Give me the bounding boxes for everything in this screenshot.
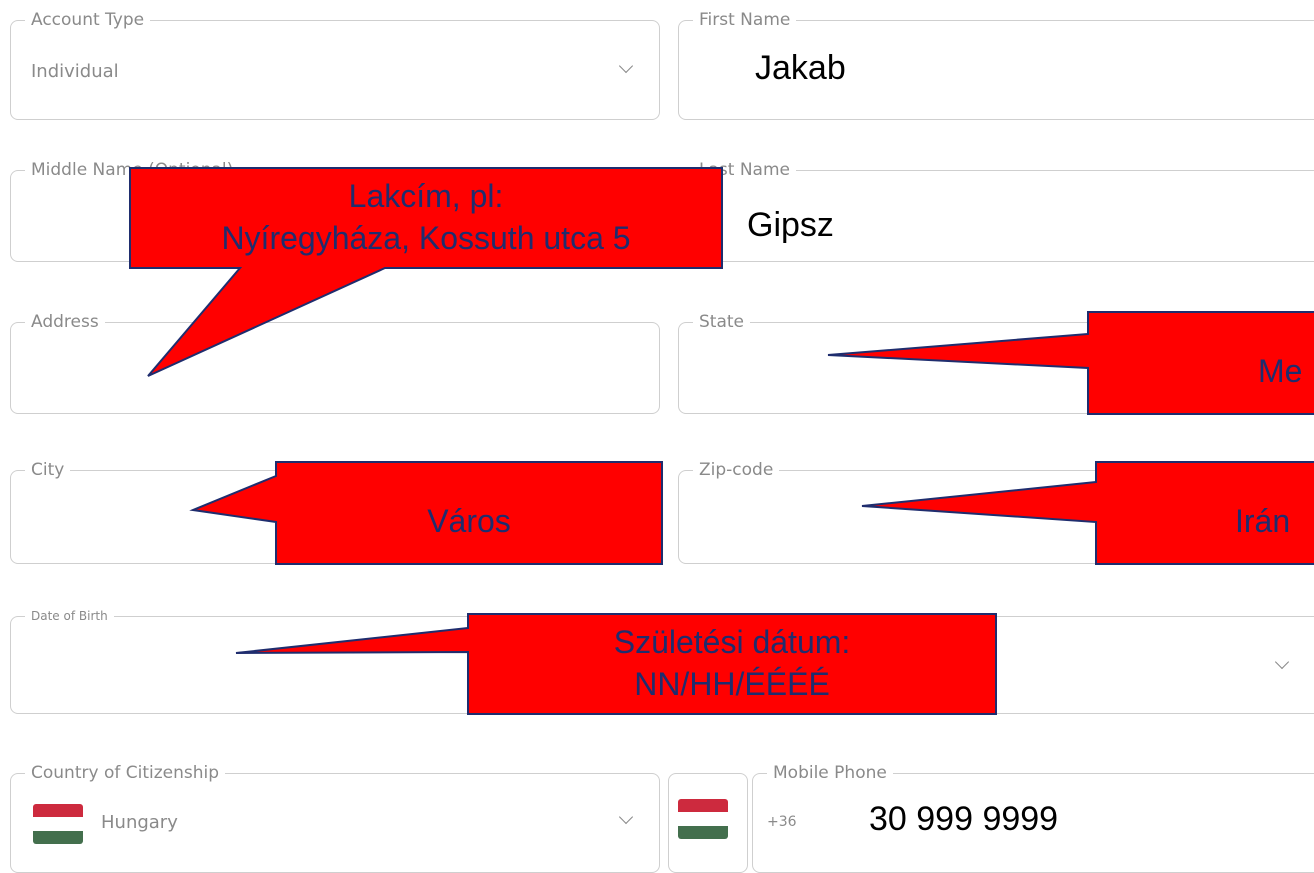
state-label: State [693, 312, 750, 332]
zip-code-label: Zip-code [693, 460, 780, 480]
chevron-down-icon [618, 58, 634, 74]
mobile-phone-label: Mobile Phone [767, 763, 893, 783]
last-name-value: Gipsz [747, 206, 834, 244]
date-of-birth-label: Date of Birth [25, 609, 114, 623]
city-callout-text: Város [427, 503, 511, 539]
dob-callout-line2: NN/HH/ÉÉÉÉ [634, 666, 830, 702]
mobile-phone-field[interactable]: Mobile Phone +36 30 999 9999 [752, 763, 1314, 873]
callout-overlay [129, 167, 1314, 715]
dob-callout-line1: Születési dátum: [613, 624, 851, 660]
dob-callout-text: Születési dátum: NN/HH/ÉÉÉÉ [468, 621, 996, 705]
mobile-phone-prefix: +36 [767, 814, 797, 830]
chevron-down-icon [618, 809, 634, 825]
country-code-select[interactable] [668, 773, 748, 873]
zip-code-field[interactable]: Zip-code [678, 460, 1314, 564]
first-name-label: First Name [693, 10, 797, 30]
address-callout-text: Lakcím, pl: Nyíregyháza, Kossuth utca 5 [130, 175, 722, 259]
country-of-citizenship-select[interactable]: Country of Citizenship Hungary [10, 763, 660, 873]
address-label: Address [25, 312, 105, 332]
hungary-flag-icon [678, 799, 728, 839]
first-name-field[interactable]: First Name Jakab [678, 10, 1314, 120]
account-type-value: Individual [31, 61, 119, 82]
state-field[interactable]: State [678, 312, 1314, 414]
hungary-flag-icon [33, 804, 83, 844]
account-type-label: Account Type [25, 10, 151, 30]
address-callout-line2: Nyíregyháza, Kossuth utca 5 [221, 220, 631, 256]
chevron-down-icon [1274, 654, 1290, 670]
mobile-phone-value: 30 999 9999 [869, 800, 1059, 838]
first-name-value: Jakab [755, 49, 846, 87]
state-callout-text: Me [1258, 353, 1303, 389]
address-callout-line1: Lakcím, pl: [348, 178, 504, 214]
zip-callout-text: Irán [1235, 503, 1291, 539]
last-name-field[interactable]: Last Name Gipsz [678, 160, 1314, 262]
address-field[interactable]: Address [10, 312, 660, 414]
country-of-citizenship-value: Hungary [101, 812, 178, 833]
account-type-select[interactable]: Account Type Individual [10, 10, 660, 120]
city-label: City [25, 460, 71, 480]
country-of-citizenship-label: Country of Citizenship [25, 763, 226, 783]
